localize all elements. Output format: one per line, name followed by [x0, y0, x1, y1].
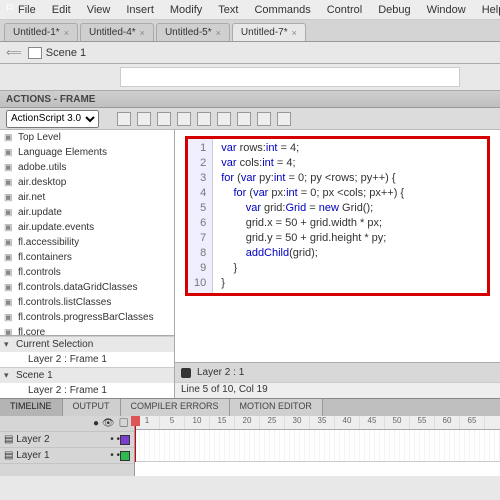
bottom-tab-timeline[interactable]: TIMELINE [0, 399, 63, 416]
menu-commands[interactable]: Commands [246, 2, 318, 18]
code-editor: 12345678910 var rows:int = 4; var cols:i… [175, 130, 500, 398]
menu-bar: FileEditViewInsertModifyTextCommandsCont… [0, 0, 500, 20]
current-selection-header[interactable]: Current Selection [0, 337, 174, 352]
tree-node[interactable]: Language Elements [0, 145, 174, 160]
add-icon[interactable] [117, 112, 131, 126]
timeline-layers: ● 👁 ◻▤ Layer 2• •▤ Layer 1• • [0, 416, 135, 476]
bottom-tab-output[interactable]: OUTPUT [63, 399, 121, 416]
bottom-tabs: TIMELINEOUTPUTCOMPILER ERRORSMOTION EDIT… [0, 398, 500, 416]
actions-toolbar: ActionScript 3.0 [0, 108, 500, 130]
code-box[interactable]: 12345678910 var rows:int = 4; var cols:i… [185, 136, 490, 296]
menu-help[interactable]: Help [474, 2, 500, 18]
scene-label: Scene 1 [46, 47, 86, 59]
layer-indicator-row: Layer 2 : 1 [175, 362, 500, 382]
code-content[interactable]: var rows:int = 4; var cols:int = 4; for … [213, 139, 412, 293]
timeline-ruler: 15101520253035404550556065 [135, 416, 500, 430]
scene-section-header[interactable]: Scene 1 [0, 368, 174, 383]
menu-insert[interactable]: Insert [118, 2, 162, 18]
scene-icon [28, 47, 42, 59]
actions-title: ACTIONS - FRAME [6, 94, 95, 105]
layer-row[interactable]: ▤ Layer 2• • [0, 432, 134, 448]
find-icon[interactable] [137, 112, 151, 126]
tree-node[interactable]: air.desktop [0, 175, 174, 190]
package-tree[interactable]: Top LevelLanguage Elementsadobe.utilsair… [0, 130, 174, 336]
scene-row: ⟸ Scene 1 [0, 42, 500, 64]
doc-tab[interactable]: Untitled-7*× [232, 23, 306, 41]
tree-node[interactable]: fl.containers [0, 250, 174, 265]
scene-section-item[interactable]: Layer 2 : Frame 1 [0, 383, 174, 398]
hint-icon[interactable] [197, 112, 211, 126]
tree-node[interactable]: Top Level [0, 130, 174, 145]
pin-icon[interactable] [257, 112, 271, 126]
help-icon[interactable] [277, 112, 291, 126]
bottom-tab-motion-editor[interactable]: MOTION EDITOR [230, 399, 323, 416]
toolbar-icons [117, 112, 291, 126]
document-tabs: Untitled-1*×Untitled-4*×Untitled-5*×Unti… [0, 20, 500, 42]
actions-panel-header[interactable]: ACTIONS - FRAME [0, 90, 500, 108]
tree-node[interactable]: fl.controls.progressBarClasses [0, 310, 174, 325]
tree-node[interactable]: adobe.utils [0, 160, 174, 175]
menu-file[interactable]: File [10, 2, 44, 18]
menu-control[interactable]: Control [319, 2, 370, 18]
back-icon[interactable]: ⟸ [6, 46, 22, 59]
current-selection-item[interactable]: Layer 2 : Frame 1 [0, 352, 174, 367]
menu-window[interactable]: Window [419, 2, 474, 18]
tree-node[interactable]: air.update.events [0, 220, 174, 235]
close-icon[interactable]: × [292, 28, 297, 38]
language-select[interactable]: ActionScript 3.0 [6, 110, 99, 128]
layer-row[interactable]: ▤ Layer 1• • [0, 448, 134, 464]
sidebar: Top LevelLanguage Elementsadobe.utilsair… [0, 130, 175, 398]
doc-tab[interactable]: Untitled-4*× [80, 23, 154, 41]
layer-bullet-icon [181, 368, 191, 378]
tree-node[interactable]: fl.controls.listClasses [0, 295, 174, 310]
close-icon[interactable]: × [64, 28, 69, 38]
menu-modify[interactable]: Modify [162, 2, 210, 18]
timeline-frames[interactable] [135, 430, 500, 462]
tree-node[interactable]: air.update [0, 205, 174, 220]
layer-indicator: Layer 2 : 1 [197, 367, 244, 378]
tree-node[interactable]: fl.accessibility [0, 235, 174, 250]
timeline: ● 👁 ◻▤ Layer 2• •▤ Layer 1• • 1510152025… [0, 416, 500, 476]
address-bar[interactable] [120, 67, 460, 87]
timeline-grid[interactable]: 15101520253035404550556065 [135, 416, 500, 476]
tree-node[interactable]: fl.core [0, 325, 174, 336]
collapse-icon[interactable] [237, 112, 251, 126]
close-icon[interactable]: × [216, 28, 221, 38]
gutter: 12345678910 [188, 139, 213, 293]
menu-edit[interactable]: Edit [44, 2, 79, 18]
tree-node[interactable]: fl.controls [0, 265, 174, 280]
doc-tab[interactable]: Untitled-5*× [156, 23, 230, 41]
menu-view[interactable]: View [79, 2, 119, 18]
menu-text[interactable]: Text [210, 2, 246, 18]
playhead[interactable] [135, 416, 136, 462]
status-bar: Line 5 of 10, Col 19 [175, 382, 500, 398]
close-icon[interactable]: × [140, 28, 145, 38]
bottom-tab-compiler-errors[interactable]: COMPILER ERRORS [121, 399, 230, 416]
doc-tab[interactable]: Untitled-1*× [4, 23, 78, 41]
tree-node[interactable]: fl.controls.dataGridClasses [0, 280, 174, 295]
menu-debug[interactable]: Debug [370, 2, 418, 18]
debug-icon[interactable] [217, 112, 231, 126]
format-icon[interactable] [177, 112, 191, 126]
check-icon[interactable] [157, 112, 171, 126]
tree-node[interactable]: air.net [0, 190, 174, 205]
